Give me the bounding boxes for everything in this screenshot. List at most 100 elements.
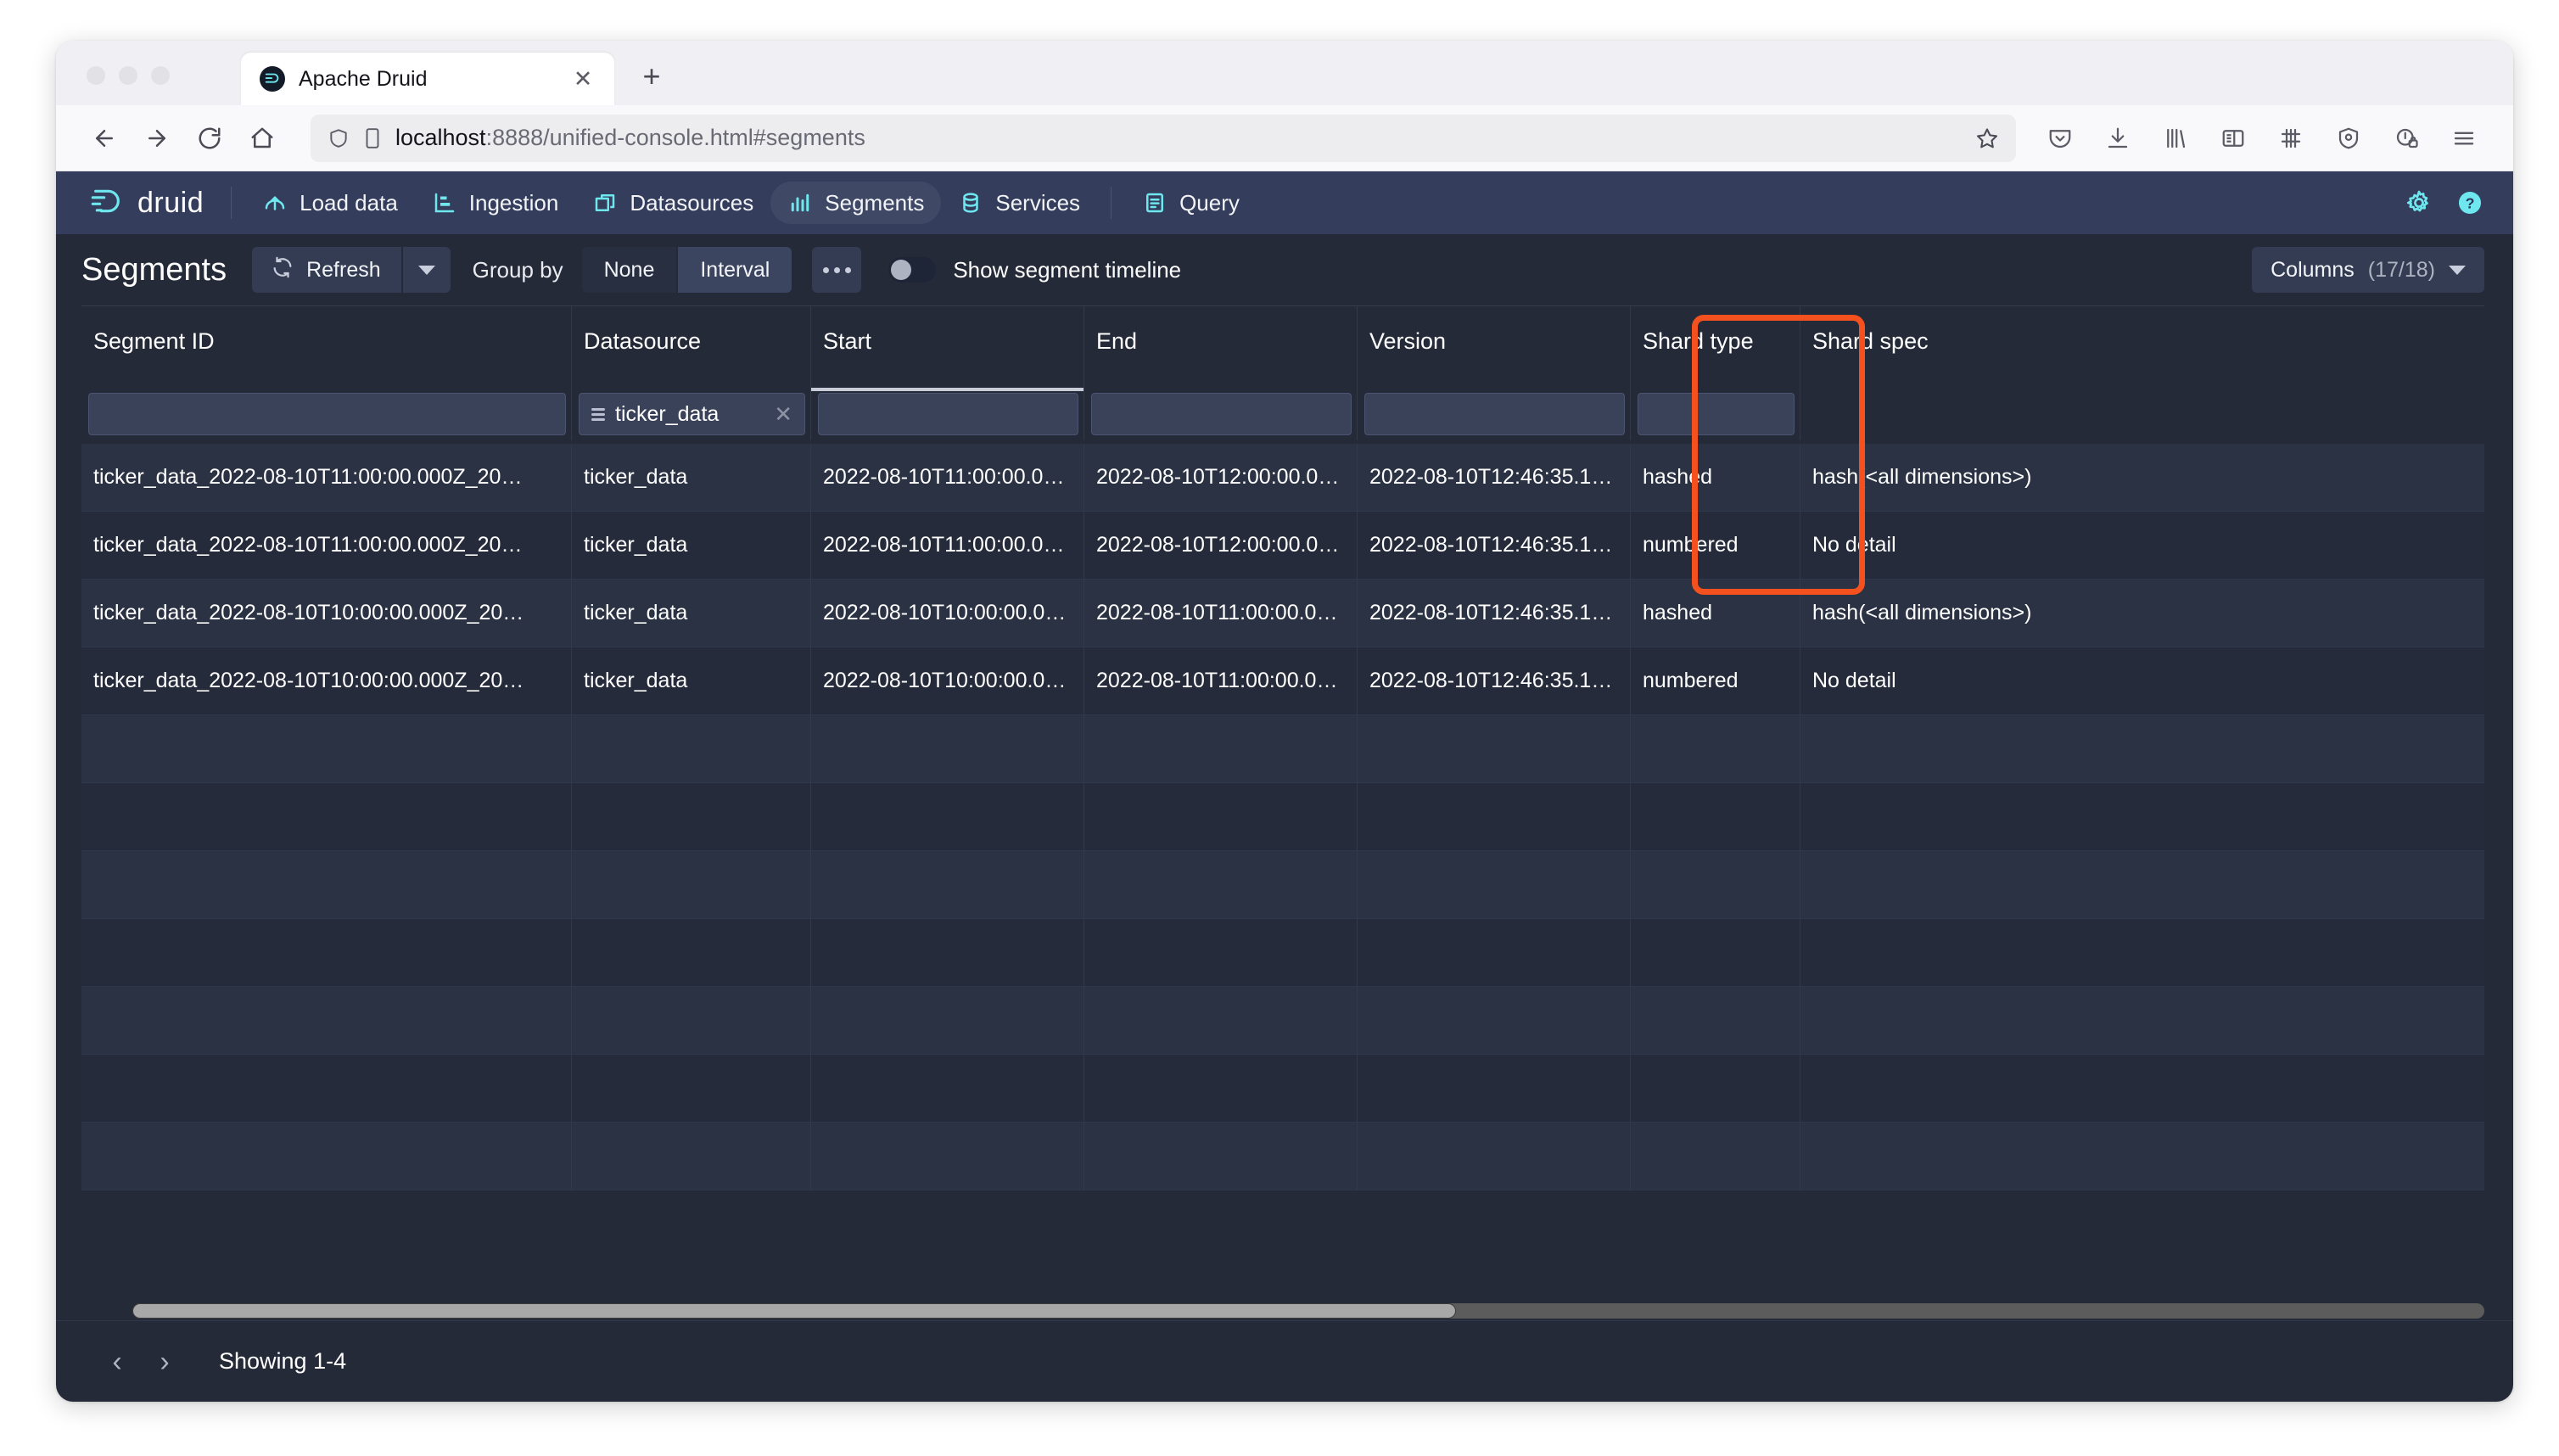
cell-empty xyxy=(81,851,572,919)
druid-navbar: druid Load data Ingestion Datasources xyxy=(56,171,2513,234)
nav-item-ingestion[interactable]: Ingestion xyxy=(415,182,576,224)
filter-chip-datasource[interactable]: ticker_data ✕ xyxy=(579,393,805,435)
browser-tab[interactable]: Apache Druid ✕ xyxy=(241,53,614,105)
column-header-datasource[interactable]: Datasource xyxy=(572,306,811,391)
cell-start: 2022-08-10T11:00:00.0… xyxy=(811,512,1084,580)
group-by-interval-button[interactable]: Interval xyxy=(678,247,792,293)
table-body: ticker_data_2022-08-10T11:00:00.000Z_20…… xyxy=(81,444,2484,1190)
browser-toolbar-icons xyxy=(2041,120,2488,157)
filter-cell-segment-id xyxy=(81,388,572,440)
segments-table: Segment ID Datasource Start End Version … xyxy=(81,305,2484,1302)
group-by-none-button[interactable]: None xyxy=(582,247,677,293)
druid-brand[interactable]: druid xyxy=(81,184,217,222)
column-header-version[interactable]: Version xyxy=(1358,306,1631,391)
nav-label: Datasources xyxy=(630,190,753,216)
minimize-window-button[interactable] xyxy=(119,66,137,85)
forward-arrow-icon[interactable] xyxy=(134,115,180,161)
filter-chip-value: ticker_data xyxy=(615,402,760,427)
cell-empty xyxy=(572,987,811,1055)
close-icon[interactable]: ✕ xyxy=(568,64,597,93)
nav-item-services[interactable]: Services xyxy=(941,182,1097,224)
tab-title: Apache Druid xyxy=(299,67,568,92)
filter-input-shard-type[interactable] xyxy=(1638,393,1795,435)
cell-empty xyxy=(1358,783,1631,851)
library-icon[interactable] xyxy=(2157,120,2194,157)
filter-input-segment-id[interactable] xyxy=(88,393,566,435)
account-lock-icon[interactable] xyxy=(2388,120,2425,157)
next-page-button[interactable]: › xyxy=(141,1338,188,1386)
containers-icon[interactable] xyxy=(2272,120,2310,157)
window-traffic-lights xyxy=(87,66,170,85)
sidebar-icon[interactable] xyxy=(2215,120,2252,157)
home-icon[interactable] xyxy=(239,115,285,161)
tracking-protection-icon[interactable] xyxy=(2330,120,2367,157)
table-filter-row: ticker_data ✕ xyxy=(81,391,2484,444)
filter-input-start[interactable] xyxy=(818,393,1078,435)
table-horizontal-scrollbar[interactable] xyxy=(81,1302,2484,1320)
table-row[interactable]: ticker_data_2022-08-10T10:00:00.000Z_20…… xyxy=(81,580,2484,647)
star-icon[interactable] xyxy=(1975,126,1999,150)
cell-empty xyxy=(1358,919,1631,987)
group-by-label: Group by xyxy=(473,257,563,283)
cell-shard-spec: No detail xyxy=(1800,512,2484,580)
column-header-shard-type[interactable]: Shard type xyxy=(1631,306,1800,391)
cell-empty xyxy=(1631,1123,1800,1190)
cell-version: 2022-08-10T12:46:35.1… xyxy=(1358,444,1631,512)
reload-icon[interactable] xyxy=(187,115,232,161)
refresh-dropdown-button[interactable] xyxy=(403,247,451,293)
table-row[interactable]: ticker_data_2022-08-10T10:00:00.000Z_20…… xyxy=(81,647,2484,715)
cell-segment-id: ticker_data_2022-08-10T10:00:00.000Z_20… xyxy=(81,647,572,715)
pocket-icon[interactable] xyxy=(2041,120,2079,157)
cell-empty xyxy=(1084,919,1358,987)
close-icon[interactable]: ✕ xyxy=(770,403,796,425)
column-header-shard-spec[interactable]: Shard spec xyxy=(1800,306,2484,391)
cell-empty xyxy=(1631,987,1800,1055)
help-icon[interactable]: ? xyxy=(2455,188,2484,217)
table-row[interactable]: ticker_data_2022-08-10T11:00:00.000Z_20…… xyxy=(81,512,2484,580)
hamburger-menu-icon[interactable] xyxy=(2445,120,2483,157)
column-header-end[interactable]: End xyxy=(1084,306,1358,391)
scrollbar-thumb[interactable] xyxy=(132,1303,1456,1319)
filter-cell-version xyxy=(1358,388,1631,440)
url-text[interactable]: localhost:8888/unified-console.html#segm… xyxy=(395,125,1962,151)
cell-shard-type: numbered xyxy=(1631,512,1800,580)
nav-label: Query xyxy=(1179,190,1240,216)
back-arrow-icon[interactable] xyxy=(81,115,127,161)
column-header-start[interactable]: Start xyxy=(811,306,1084,391)
columns-label: Columns xyxy=(2271,258,2355,283)
cell-shard-type: hashed xyxy=(1631,444,1800,512)
cell-empty xyxy=(1800,987,2484,1055)
cell-empty xyxy=(1800,1123,2484,1190)
nav-item-segments[interactable]: Segments xyxy=(770,182,941,224)
table-row-empty xyxy=(81,851,2484,919)
filter-input-end[interactable] xyxy=(1091,393,1352,435)
downloads-icon[interactable] xyxy=(2099,120,2136,157)
browser-tabstrip: Apache Druid ✕ + xyxy=(56,41,2513,105)
refresh-button[interactable]: Refresh xyxy=(252,247,401,293)
gear-icon[interactable] xyxy=(2405,188,2433,217)
nav-item-load-data[interactable]: Load data xyxy=(245,182,415,224)
new-tab-button[interactable]: + xyxy=(633,58,670,95)
maximize-window-button[interactable] xyxy=(151,66,170,85)
druid-console: druid Load data Ingestion Datasources xyxy=(56,171,2513,1402)
column-header-segment-id[interactable]: Segment ID xyxy=(81,306,572,391)
refresh-icon xyxy=(271,255,294,285)
previous-page-button[interactable]: ‹ xyxy=(93,1338,141,1386)
cell-datasource: ticker_data xyxy=(572,647,811,715)
cell-empty xyxy=(811,783,1084,851)
shield-icon[interactable] xyxy=(328,127,350,149)
nav-item-query[interactable]: Query xyxy=(1125,182,1257,224)
url-bar[interactable]: localhost:8888/unified-console.html#segm… xyxy=(311,115,2016,162)
show-segment-timeline-toggle[interactable]: Show segment timeline xyxy=(888,257,1181,283)
filter-input-version[interactable] xyxy=(1364,393,1625,435)
nav-divider-1 xyxy=(231,187,232,219)
cell-segment-id: ticker_data_2022-08-10T10:00:00.000Z_20… xyxy=(81,580,572,647)
cell-empty xyxy=(1631,851,1800,919)
nav-item-datasources[interactable]: Datasources xyxy=(575,182,770,224)
cell-segment-id: ticker_data_2022-08-10T11:00:00.000Z_20… xyxy=(81,512,572,580)
more-options-button[interactable] xyxy=(812,247,861,293)
table-row[interactable]: ticker_data_2022-08-10T11:00:00.000Z_20…… xyxy=(81,444,2484,512)
columns-button[interactable]: Columns (17/18) xyxy=(2252,247,2484,293)
toggle-switch[interactable] xyxy=(888,257,936,283)
close-window-button[interactable] xyxy=(87,66,105,85)
